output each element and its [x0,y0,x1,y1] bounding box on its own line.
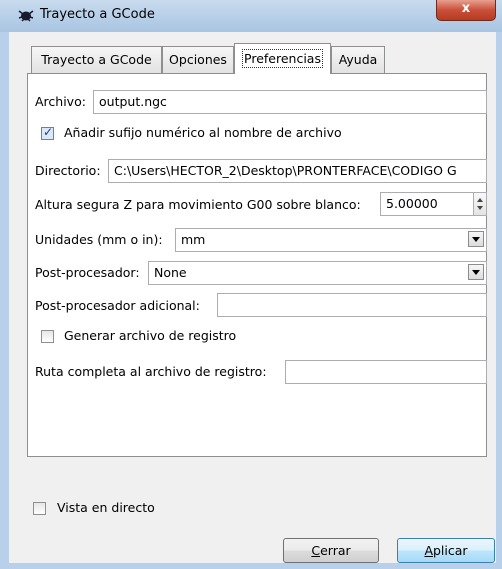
tab-trayecto-a-gcode[interactable]: Trayecto a GCode [31,46,162,73]
tab-preferencias[interactable]: Preferencias [234,43,331,74]
tab-label: Trayecto a GCode [41,52,152,67]
close-button[interactable]: x [436,0,496,21]
spin-arrows-icon[interactable] [473,193,486,215]
tab-label: Ayuda [338,52,378,67]
unidades-value: mm [181,232,206,247]
ruta-registro-input[interactable] [285,360,487,384]
directorio-label: Directorio: [35,163,101,178]
sufijo-label: Añadir sufijo numérico al nombre de arch… [64,125,342,140]
archivo-label: Archivo: [35,94,86,109]
postprocesador-value: None [154,265,187,280]
cerrar-label: errar [320,543,351,558]
postprocesador-label: Post-procesador: [35,265,140,280]
title-bar[interactable]: Trayecto a GCode x [0,0,502,32]
app-icon [18,10,34,22]
directorio-input[interactable]: C:\Users\HECTOR_2\Desktop\PRONTERFACE\CO… [108,159,487,183]
window-frame-left [0,32,9,569]
cerrar-accel: C [311,543,321,558]
aplicar-accel: A [424,543,433,558]
altura-label: Altura segura Z para movimiento G00 sobr… [35,197,361,212]
sufijo-checkbox[interactable] [41,125,54,140]
chevron-down-icon[interactable] [468,264,484,280]
tab-opciones[interactable]: Opciones [162,46,234,73]
tab-label: Preferencias [242,49,323,68]
window-title: Trayecto a GCode [40,7,155,22]
altura-value: 5.00000 [386,196,438,211]
vista-directo-checkbox[interactable] [33,502,46,515]
cerrar-button[interactable]: Cerrar [283,538,379,563]
registro-checkbox[interactable] [41,330,54,343]
tab-label: Opciones [169,52,227,67]
postprocesador-adicional-input[interactable] [217,293,487,317]
tab-ayuda[interactable]: Ayuda [331,46,385,73]
aplicar-button[interactable]: Aplicar [397,538,495,563]
ruta-registro-label: Ruta completa al archivo de registro: [35,364,267,379]
vista-directo-label: Vista en directo [57,500,155,515]
unidades-select[interactable]: mm [175,228,487,252]
archivo-input[interactable]: output.ngc [93,90,487,114]
unidades-label: Unidades (mm o in): [35,232,163,247]
aplicar-label: plicar [433,543,468,558]
window-frame-right [496,32,502,569]
postprocesador-adicional-label: Post-procesador adicional: [35,298,200,313]
altura-spinbox[interactable]: 5.00000 [380,192,487,216]
postprocesador-select[interactable]: None [148,261,487,285]
window-frame-bottom [0,563,502,569]
registro-label: Generar archivo de registro [64,328,237,343]
chevron-down-icon[interactable] [468,231,484,247]
